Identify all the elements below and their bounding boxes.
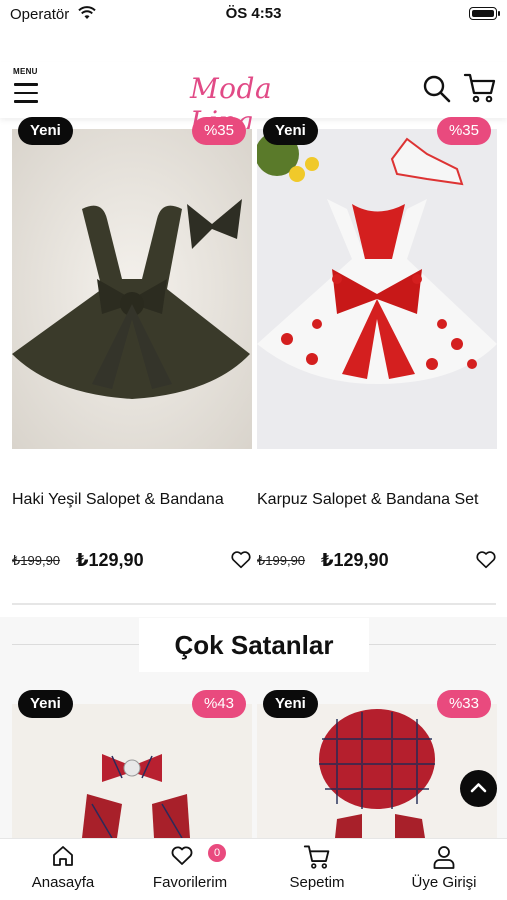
product-card[interactable]: Yeni %43 <box>12 690 252 838</box>
tab-home[interactable]: Anasayfa <box>0 839 126 900</box>
tab-label: Favorilerim <box>152 874 228 891</box>
chevron-up-icon <box>470 783 487 793</box>
cart-icon[interactable] <box>463 72 497 104</box>
heart-icon <box>171 846 193 865</box>
product-image[interactable] <box>12 129 252 449</box>
new-badge: Yeni <box>263 690 318 718</box>
discount-badge: %33 <box>436 690 491 718</box>
tab-label: Anasayfa <box>31 874 95 891</box>
hamburger-icon <box>14 83 38 109</box>
favorites-count-badge: 0 <box>208 844 226 862</box>
status-bar: Operatör ÖS 4:53 <box>0 0 507 30</box>
product-image[interactable] <box>257 129 497 449</box>
menu-label: MENU <box>13 67 38 76</box>
bottom-tab-bar: Anasayfa 0 Favorilerim Sepetim Üye Giriş… <box>0 838 507 900</box>
section-header: Çok Satanlar <box>139 618 369 672</box>
discount-badge: %35 <box>191 117 246 145</box>
discount-badge: %35 <box>436 117 491 145</box>
battery-icon <box>469 7 500 20</box>
product-image[interactable] <box>12 704 252 838</box>
app-header: MENU Moda Lina <box>0 62 507 138</box>
new-badge: Yeni <box>263 117 318 145</box>
clock: ÖS 4:53 <box>225 5 282 22</box>
product-name[interactable]: Karpuz Salopet & Bandana Set <box>257 487 497 512</box>
tab-cart[interactable]: Sepetim <box>254 839 380 900</box>
user-icon <box>433 846 455 869</box>
tab-favorites[interactable]: 0 Favorilerim <box>127 839 253 900</box>
cart-icon <box>303 845 330 869</box>
home-icon <box>53 846 73 866</box>
price-row: ₺199,90 ₺129,90 <box>257 549 497 573</box>
search-icon[interactable] <box>422 74 452 104</box>
heart-icon[interactable] <box>230 549 252 571</box>
tab-label: Sepetim <box>289 874 345 891</box>
discount-badge: %43 <box>191 690 246 718</box>
current-price: ₺129,90 <box>321 550 389 570</box>
heart-icon[interactable] <box>475 549 497 571</box>
new-badge: Yeni <box>18 117 73 145</box>
brand-logo[interactable]: Moda Lina <box>190 72 320 138</box>
scroll-to-top-button[interactable] <box>460 770 497 807</box>
product-name[interactable]: Haki Yeşil Salopet & Bandana <box>12 487 252 512</box>
section-title: Çok Satanlar <box>174 630 334 660</box>
section-divider <box>12 603 496 605</box>
tab-login[interactable]: Üye Girişi <box>381 839 507 900</box>
price-row: ₺199,90 ₺129,90 <box>12 549 252 573</box>
menu-button[interactable]: MENU <box>13 67 43 107</box>
current-price: ₺129,90 <box>76 550 144 570</box>
product-card[interactable]: Yeni %33 <box>257 690 497 838</box>
old-price: ₺199,90 <box>257 553 306 568</box>
old-price: ₺199,90 <box>12 553 61 568</box>
new-badge: Yeni <box>18 690 73 718</box>
tab-label: Üye Girişi <box>411 874 477 891</box>
